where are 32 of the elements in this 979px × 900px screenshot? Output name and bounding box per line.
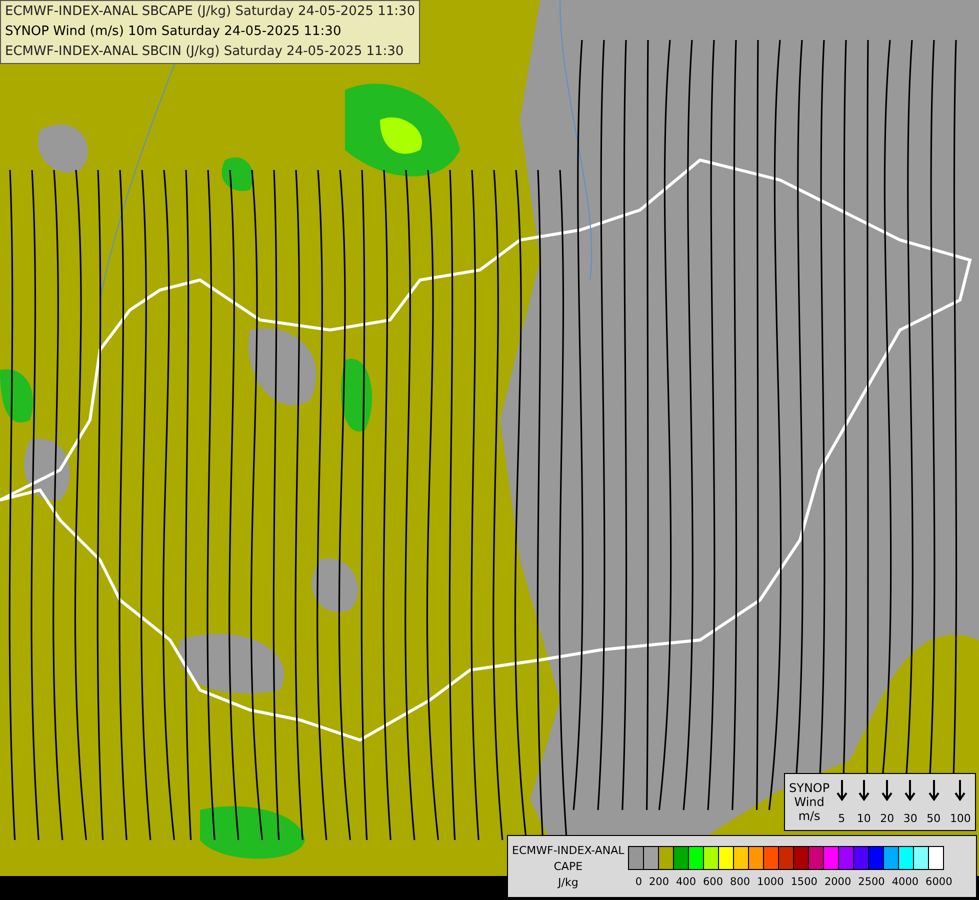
arrow-icon	[858, 778, 870, 800]
scale-label: 6000	[926, 876, 952, 888]
speed-label: 50	[926, 810, 941, 826]
speed-label: 100	[950, 810, 971, 826]
speed-label: 20	[880, 810, 894, 826]
scale-label: 2500	[858, 876, 885, 888]
speed-label: 10	[856, 810, 871, 826]
scale-label: 400	[676, 876, 696, 888]
legend-title: Wind	[794, 795, 824, 809]
scale-label: 1000	[757, 876, 784, 888]
arrow-icon	[836, 778, 848, 800]
scale-label: 800	[730, 876, 750, 888]
arrow-icon	[881, 778, 894, 800]
legend-title: J/kg	[558, 874, 578, 890]
speed-label: 30	[903, 810, 918, 826]
scale-label: 200	[648, 876, 670, 888]
scale-label: 0	[635, 876, 642, 888]
arrow-icon	[904, 778, 916, 800]
scale-label: 1500	[790, 876, 818, 888]
speed-label: 5	[838, 810, 846, 826]
arrow-icon	[928, 778, 940, 800]
legend-title: SYNOP	[789, 781, 830, 795]
legend-title: ECMWF-INDEX-ANAL	[512, 842, 624, 858]
arrow-icon	[954, 778, 966, 800]
map-title-line: ECMWF-INDEX-ANAL SBCAPE (J/kg) Saturday 24-05-2025 11:30	[5, 3, 416, 21]
legend-title: CAPE	[554, 858, 583, 874]
scale-label: 600	[703, 876, 724, 888]
map-title-line: SYNOP Wind (m/s) 10m Saturday 24-05-2025 11:30	[5, 23, 342, 41]
map-title-line: ECMWF-INDEX-ANAL SBCIN (J/kg) Saturday 24-05-2025 11:30	[5, 43, 405, 61]
legend-title: m/s	[798, 809, 820, 823]
scale-label: 4000	[892, 876, 919, 888]
scale-label: 2000	[824, 876, 852, 888]
